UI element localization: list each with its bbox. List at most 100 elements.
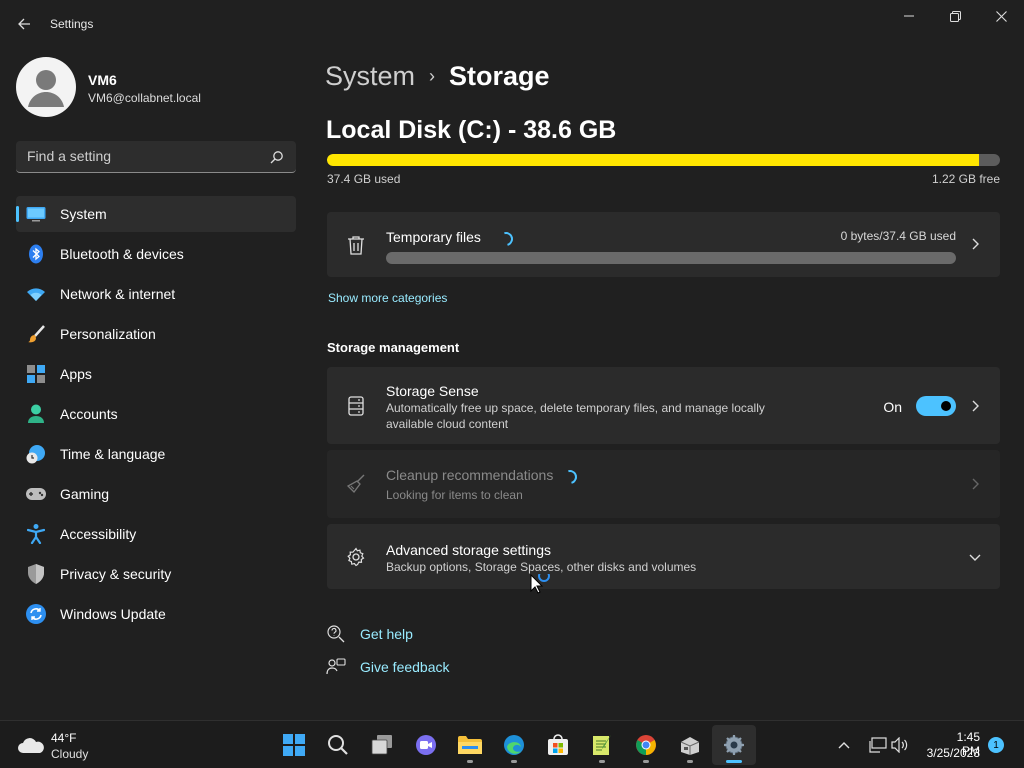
avatar — [16, 57, 76, 117]
taskbar-notepad[interactable] — [580, 725, 624, 765]
sidebar-item-label: Gaming — [60, 486, 110, 502]
show-more-categories-link[interactable]: Show more categories — [328, 291, 447, 305]
sidebar-nav: System Bluetooth & devices Network & int… — [16, 196, 296, 636]
close-icon — [995, 10, 1007, 22]
taskbar-chrome[interactable] — [624, 725, 668, 765]
trash-icon — [345, 234, 367, 256]
taskbar-settings[interactable] — [712, 725, 756, 765]
taskbar-store[interactable] — [536, 725, 580, 765]
back-button[interactable] — [12, 12, 36, 36]
give-feedback-link[interactable]: Give feedback — [326, 657, 450, 677]
taskbar-search[interactable] — [316, 725, 360, 765]
disk-usage-bar — [327, 154, 1000, 166]
accessibility-icon — [26, 524, 46, 544]
sidebar-item-network[interactable]: Network & internet — [16, 276, 296, 312]
get-help-label: Get help — [360, 626, 413, 642]
minimize-button[interactable] — [886, 4, 932, 28]
edge-icon — [504, 735, 524, 755]
taskbar-file-explorer[interactable] — [448, 725, 492, 765]
cleanup-recommendations-card[interactable]: Cleanup recommendations Looking for item… — [327, 450, 1000, 518]
give-feedback-label: Give feedback — [360, 659, 450, 675]
restore-icon — [949, 10, 961, 22]
temporary-files-card[interactable]: Temporary files 0 bytes/37.4 GB used — [327, 212, 1000, 277]
storage-management-header: Storage management — [327, 340, 460, 355]
sidebar-item-gaming[interactable]: Gaming — [16, 476, 296, 512]
weather-temperature: 44°F — [51, 731, 77, 745]
chevron-right-icon — [972, 400, 979, 412]
user-profile[interactable]: VM6 VM6@collabnet.local — [16, 57, 296, 117]
sidebar-item-label: Accounts — [60, 406, 118, 422]
clock-date[interactable]: 3/25/2023 — [927, 746, 980, 760]
advanced-storage-settings-card[interactable]: Advanced storage settings Backup options… — [327, 524, 1000, 589]
system-icon — [26, 204, 46, 224]
disk-used-label: 37.4 GB used — [327, 172, 401, 186]
sidebar-item-windows-update[interactable]: Windows Update — [16, 596, 296, 632]
storage-sense-title: Storage Sense — [386, 383, 479, 399]
folder-icon — [458, 736, 482, 754]
search-input[interactable] — [16, 141, 266, 171]
sidebar-item-system[interactable]: System — [16, 196, 296, 232]
page-title: Storage — [449, 60, 550, 91]
back-arrow-icon — [18, 18, 30, 30]
shield-icon — [26, 564, 46, 584]
feedback-icon — [326, 658, 346, 675]
loading-spinner-icon — [496, 229, 516, 249]
taskbar-edge[interactable] — [492, 725, 536, 765]
gear-icon — [345, 546, 367, 568]
bluetooth-icon — [26, 244, 46, 264]
breadcrumb-parent[interactable]: System — [325, 61, 415, 92]
running-indicator — [511, 760, 517, 763]
running-indicator — [643, 760, 649, 763]
sidebar-item-apps[interactable]: Apps — [16, 356, 296, 392]
sidebar-item-bluetooth[interactable]: Bluetooth & devices — [16, 236, 296, 272]
taskbar-apps — [272, 725, 756, 765]
notification-badge[interactable]: 1 — [988, 737, 1004, 753]
sidebar-item-privacy[interactable]: Privacy & security — [16, 556, 296, 592]
show-hidden-icons-button[interactable] — [834, 735, 854, 755]
search-icon[interactable] — [270, 150, 284, 164]
sidebar-item-label: Windows Update — [60, 606, 166, 622]
sidebar-item-label: Privacy & security — [60, 566, 172, 582]
taskbar-start[interactable] — [272, 725, 316, 765]
chevron-right-icon — [972, 238, 979, 250]
taskbar-task-view[interactable] — [360, 725, 404, 765]
volume-icon — [891, 737, 908, 753]
storage-sense-toggle[interactable] — [916, 396, 956, 416]
chevron-down-icon — [969, 554, 981, 561]
chevron-right-icon — [972, 478, 979, 490]
taskbar-chat[interactable] — [404, 725, 448, 765]
title-bar: Settings — [0, 0, 1024, 48]
cleanup-recommendations-description: Looking for items to clean — [386, 488, 523, 502]
temporary-files-title: Temporary files — [386, 229, 481, 245]
breadcrumb: System › Storage — [325, 58, 550, 94]
disk-free-label: 1.22 GB free — [931, 172, 1000, 186]
app-icon — [680, 737, 700, 755]
windows-update-icon — [26, 604, 46, 624]
search-box[interactable] — [16, 141, 296, 173]
time-language-icon — [26, 444, 46, 464]
taskbar-app[interactable] — [668, 725, 712, 765]
user-email: VM6@collabnet.local — [88, 91, 201, 105]
sidebar-item-accessibility[interactable]: Accessibility — [16, 516, 296, 552]
sidebar-item-accounts[interactable]: Accounts — [16, 396, 296, 432]
sidebar-item-time-language[interactable]: Time & language — [16, 436, 296, 472]
user-avatar-icon — [28, 70, 64, 107]
windows-start-icon — [283, 734, 305, 756]
temporary-files-usage: 0 bytes/37.4 GB used — [840, 229, 956, 243]
sidebar-item-personalization[interactable]: Personalization — [16, 316, 296, 352]
active-indicator — [726, 760, 742, 763]
apps-icon — [26, 364, 46, 384]
close-button[interactable] — [978, 4, 1024, 28]
network-tray-button[interactable] — [868, 735, 888, 755]
disk-usage-fill — [327, 154, 980, 166]
restore-button[interactable] — [932, 4, 978, 28]
volume-tray-button[interactable] — [890, 735, 910, 755]
network-icon — [869, 737, 887, 753]
get-help-link[interactable]: Get help — [326, 624, 413, 644]
sidebar-item-label: Personalization — [60, 326, 156, 342]
advanced-storage-settings-title: Advanced storage settings — [386, 542, 551, 558]
notepad-icon — [593, 735, 611, 755]
search-icon — [328, 735, 348, 755]
minimize-icon — [904, 15, 914, 17]
storage-sense-card[interactable]: Storage Sense Automatically free up spac… — [327, 367, 1000, 444]
